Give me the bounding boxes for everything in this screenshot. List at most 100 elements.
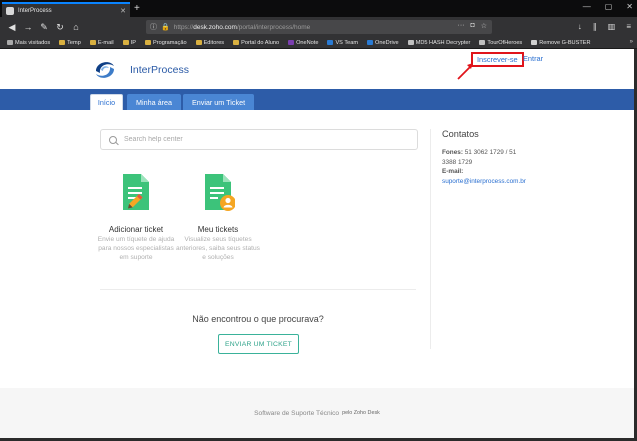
email-label-text: E-mail: bbox=[442, 168, 464, 175]
bookmarks-overflow-icon[interactable]: » bbox=[630, 39, 633, 45]
send-ticket-button[interactable]: ENVIAR UM TICKET bbox=[218, 334, 299, 354]
signup-link[interactable]: Inscrever-se bbox=[471, 52, 524, 67]
download-icon[interactable]: ↓ bbox=[578, 22, 582, 31]
pocket-icon[interactable]: ◘ bbox=[470, 22, 474, 30]
footer-main-link[interactable]: Software de Suporte Técnico bbox=[254, 410, 339, 417]
bookmark-item[interactable]: Temp bbox=[59, 40, 81, 46]
forward-icon[interactable]: → bbox=[20, 22, 36, 32]
brand-name[interactable]: InterProcess bbox=[130, 64, 189, 76]
url-path: /portal/interprocess/home bbox=[236, 23, 311, 31]
add-ticket-icon bbox=[123, 174, 149, 210]
bookmark-icon bbox=[479, 40, 486, 45]
bookmark-icon bbox=[144, 40, 151, 45]
card-description: Envie um tíquete de ajuda para nossos es… bbox=[97, 236, 175, 261]
tab-inicio[interactable]: Início bbox=[90, 94, 123, 110]
card-description: Visualize seus tíquetes anteriores, saib… bbox=[176, 236, 260, 261]
my-tickets-icon bbox=[205, 174, 236, 211]
bookmark-item[interactable]: Programação bbox=[144, 39, 187, 46]
bookmark-icon bbox=[367, 40, 374, 45]
bookmark-icon bbox=[531, 40, 538, 45]
web-page: InterProcess Inscrever-se Entrar Início … bbox=[0, 49, 634, 438]
card-title: Adicionar ticket bbox=[108, 225, 164, 234]
bookmark-label: Editores bbox=[203, 39, 225, 46]
column-divider bbox=[430, 129, 431, 349]
bookmark-label: MD5 HASH Decrypter bbox=[415, 39, 471, 46]
bookmark-item[interactable]: Editores bbox=[195, 39, 225, 46]
bookmark-label: IP bbox=[130, 39, 136, 46]
home-icon[interactable]: ⌂ bbox=[68, 22, 84, 32]
login-link[interactable]: Entrar bbox=[523, 54, 543, 63]
close-tab-icon[interactable]: ✕ bbox=[120, 7, 126, 15]
tools-icon[interactable]: ✎ bbox=[36, 22, 52, 33]
bookmark-icon bbox=[233, 40, 240, 45]
bookmark-icon bbox=[59, 40, 66, 45]
url-domain: desk.zoho.com bbox=[193, 23, 237, 31]
maximize-icon[interactable]: ▢ bbox=[605, 2, 613, 11]
minimize-icon[interactable]: — bbox=[583, 2, 591, 11]
library-icon[interactable]: ∥ bbox=[593, 22, 597, 31]
sidebar-icon[interactable]: ▥ bbox=[608, 22, 616, 31]
bookmark-label: Programação bbox=[152, 39, 187, 46]
new-tab-icon[interactable]: + bbox=[134, 2, 140, 15]
email-label: E-mail: bbox=[442, 167, 552, 177]
more-actions-icon[interactable]: ··· bbox=[457, 22, 464, 30]
search-icon bbox=[109, 135, 117, 144]
bookmark-label: E-mail bbox=[97, 39, 114, 46]
portal-nav: Início Minha área Enviar um Ticket bbox=[0, 89, 634, 110]
bookmark-item[interactable]: Portal do Aluno bbox=[233, 40, 279, 46]
browser-window: InterProcess ✕ + — ▢ ✕ ◀ → ✎ ↻ ⌂ ⓘ 🔒 htt… bbox=[0, 0, 637, 441]
bookmark-item[interactable]: MD5 HASH Decrypter bbox=[407, 39, 471, 46]
bookmark-item[interactable]: OneDrive bbox=[367, 40, 399, 46]
url-bar[interactable]: ⓘ 🔒 https://desk.zoho.com/portal/interpr… bbox=[146, 20, 492, 34]
reload-icon[interactable]: ↻ bbox=[52, 22, 68, 33]
card-title: Meu tickets bbox=[197, 225, 239, 234]
bookmark-icon bbox=[89, 40, 96, 45]
bookmark-item[interactable]: E-mail bbox=[89, 39, 114, 46]
toolbar-icons: ↓ ∥ ▥ ≡ bbox=[578, 22, 631, 31]
bookmark-item[interactable]: IP bbox=[122, 39, 136, 46]
tab-enviar-ticket[interactable]: Enviar um Ticket bbox=[183, 94, 254, 110]
bookmark-label: Remove G-BUSTER bbox=[539, 39, 591, 46]
bookmark-icon bbox=[122, 40, 129, 45]
search-input[interactable] bbox=[124, 136, 404, 143]
section-divider bbox=[100, 289, 416, 290]
bookmark-label: OneNote bbox=[296, 39, 319, 46]
email-link[interactable]: suporte@interprocess.com.br bbox=[442, 177, 552, 187]
bookmark-label: Mais visitados bbox=[15, 39, 51, 46]
my-tickets-card[interactable]: Meu tickets Visualize seus tíquetes ante… bbox=[176, 174, 260, 262]
bookmark-star-icon[interactable]: ☆ bbox=[481, 22, 487, 30]
close-window-icon[interactable]: ✕ bbox=[626, 2, 633, 11]
bookmark-item[interactable]: TourOfHeroes bbox=[479, 40, 522, 46]
menu-icon[interactable]: ≡ bbox=[626, 22, 631, 31]
navigation-bar: ◀ → ✎ ↻ ⌂ ⓘ 🔒 https://desk.zoho.com/port… bbox=[0, 17, 637, 37]
bookmark-icon bbox=[195, 40, 202, 45]
phones-value: 51 3062 1729 / 51 bbox=[464, 149, 517, 156]
interprocess-logo bbox=[94, 59, 116, 81]
bookmark-item[interactable]: Remove G-BUSTER bbox=[531, 39, 591, 46]
lock-icon: 🔒 bbox=[161, 24, 170, 31]
bookmark-icon bbox=[7, 40, 13, 45]
url-prefix: https:// bbox=[173, 23, 194, 31]
tab-title: InterProcess bbox=[18, 7, 52, 14]
bookmark-label: OneDrive bbox=[375, 39, 399, 46]
window-controls: — ▢ ✕ bbox=[583, 2, 633, 11]
bookmark-item[interactable]: OneNote bbox=[288, 40, 318, 46]
not-found-text: Não encontrou o que procurava? bbox=[192, 314, 324, 324]
phones-label: Fones: bbox=[442, 149, 463, 156]
search-box[interactable] bbox=[100, 129, 418, 150]
bookmark-label: TourOfHeroes bbox=[487, 39, 523, 46]
footer-sub-text: pelo Zoho Desk bbox=[342, 410, 380, 416]
bookmark-item[interactable]: VS Team bbox=[327, 40, 358, 46]
info-icon[interactable]: ⓘ bbox=[150, 22, 157, 32]
bookmark-label: Temp bbox=[67, 39, 81, 46]
bookmark-icon bbox=[288, 40, 295, 45]
url-text: https://desk.zoho.com/portal/interproces… bbox=[174, 24, 311, 31]
bookmark-label: VS Team bbox=[335, 39, 359, 46]
bookmark-icon bbox=[407, 40, 414, 45]
tab-strip: InterProcess ✕ + — ▢ ✕ bbox=[0, 0, 637, 17]
tab-minha-area[interactable]: Minha área bbox=[127, 94, 181, 110]
browser-tab[interactable]: InterProcess ✕ bbox=[2, 2, 130, 17]
add-ticket-card[interactable]: Adicionar ticket Envie um tíquete de aju… bbox=[94, 174, 178, 262]
back-icon[interactable]: ◀ bbox=[4, 22, 20, 33]
bookmark-item[interactable]: Mais visitados bbox=[7, 40, 50, 46]
